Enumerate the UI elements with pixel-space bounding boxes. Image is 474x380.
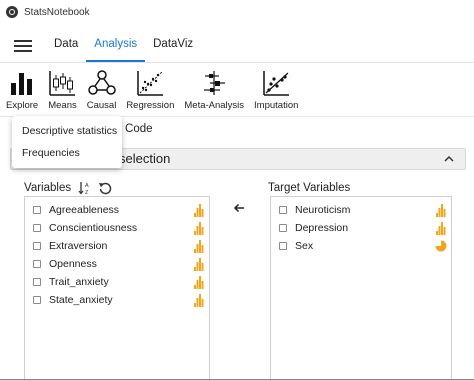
explore-dropdown-menu: Descriptive statistics Frequencies — [12, 116, 122, 168]
causal-label: Causal — [86, 100, 117, 111]
variable-checkbox[interactable] — [33, 278, 41, 286]
variable-checkbox[interactable] — [279, 206, 287, 214]
reset-icon[interactable] — [98, 181, 112, 195]
variable-row[interactable]: Agreeableness — [25, 201, 209, 219]
variable-row[interactable]: Conscientiousness — [25, 219, 209, 237]
svg-text:A: A — [85, 183, 89, 189]
variable-row[interactable]: State_anxiety — [25, 291, 209, 309]
variables-list: Agreeableness Conscientiousness Extraversi… — [24, 196, 210, 380]
explore-label: Explore — [6, 100, 39, 111]
regression-label: Regression — [126, 100, 175, 111]
variable-checkbox[interactable] — [33, 224, 41, 232]
imputation-scatter-icon — [263, 71, 290, 96]
scatter-plot-icon — [137, 71, 164, 96]
variable-name: Extraversion — [49, 240, 108, 252]
explore-button[interactable]: Explore — [6, 63, 38, 116]
variable-checkbox[interactable] — [279, 224, 287, 232]
boxplot-icon — [49, 71, 76, 96]
variable-row[interactable]: Trait_anxiety — [25, 273, 209, 291]
numeric-type-icon — [194, 222, 204, 235]
variable-row[interactable]: Depression — [271, 219, 451, 237]
numeric-type-icon — [194, 294, 204, 307]
menu-item-descriptive-statistics[interactable]: Descriptive statistics — [12, 120, 122, 142]
meta-analysis-label: Meta-Analysis — [184, 100, 245, 111]
imputation-label: Imputation — [254, 100, 299, 111]
tab-dataviz[interactable]: DataViz — [145, 30, 201, 62]
sort-alpha-icon[interactable]: A Z — [78, 181, 92, 195]
numeric-type-icon — [194, 204, 204, 217]
numeric-type-icon — [436, 204, 446, 217]
title-bar: StatsNotebook — [0, 0, 474, 24]
variable-name: Depression — [295, 222, 349, 234]
means-button[interactable]: Means — [48, 63, 77, 116]
numeric-type-icon — [194, 276, 204, 289]
regression-button[interactable]: Regression — [126, 63, 174, 116]
menu-item-frequencies[interactable]: Frequencies — [12, 142, 122, 164]
variable-row[interactable]: Sex — [271, 237, 451, 255]
variables-label: Variables — [24, 182, 72, 194]
variable-name: Sex — [295, 240, 314, 252]
analysis-toolbar: Explore Means Causal Regression Meta-Ana… — [0, 62, 474, 116]
tab-data[interactable]: Data — [46, 30, 86, 62]
variable-name: Agreeableness — [49, 204, 120, 216]
variable-checkbox[interactable] — [33, 296, 41, 304]
variable-checkbox[interactable] — [33, 260, 41, 268]
hamburger-menu-icon[interactable] — [14, 40, 32, 55]
variable-name: Openness — [49, 258, 97, 270]
target-variables-list: Neuroticism Depression Sex — [270, 196, 452, 380]
forest-plot-icon — [204, 71, 226, 95]
variable-name: State_anxiety — [49, 294, 113, 306]
imputation-button[interactable]: Imputation — [254, 63, 298, 116]
causal-button[interactable]: Causal — [86, 63, 117, 116]
main-navbar: Data Analysis DataViz — [0, 30, 474, 62]
variable-name: Trait_anxiety — [49, 276, 109, 288]
numeric-type-icon — [194, 258, 204, 271]
app-logo-icon — [6, 6, 18, 18]
svg-text:Z: Z — [85, 190, 89, 195]
subheader-text[interactable]: r Code — [118, 123, 153, 135]
variable-name: Neuroticism — [295, 204, 351, 216]
numeric-type-icon — [194, 240, 204, 253]
variable-checkbox[interactable] — [33, 242, 41, 250]
bar-chart-icon — [11, 73, 33, 95]
arrow-left-icon[interactable] — [233, 202, 245, 214]
variable-row[interactable]: Neuroticism — [271, 201, 451, 219]
variable-checkbox[interactable] — [279, 242, 287, 250]
causal-graph-icon — [87, 70, 116, 95]
numeric-type-icon — [436, 222, 446, 235]
variable-row[interactable]: Openness — [25, 255, 209, 273]
factor-pie-icon — [435, 240, 447, 252]
chevron-up-icon[interactable] — [443, 153, 455, 165]
variable-row[interactable]: Extraversion — [25, 237, 209, 255]
variable-name: Conscientiousness — [49, 222, 138, 234]
tab-analysis[interactable]: Analysis — [86, 30, 146, 62]
panel-title: selection — [119, 151, 171, 166]
target-variables-label: Target Variables — [268, 182, 351, 194]
meta-analysis-button[interactable]: Meta-Analysis — [184, 63, 244, 116]
app-title: StatsNotebook — [24, 6, 90, 18]
variable-checkbox[interactable] — [33, 206, 41, 214]
means-label: Means — [48, 100, 77, 111]
